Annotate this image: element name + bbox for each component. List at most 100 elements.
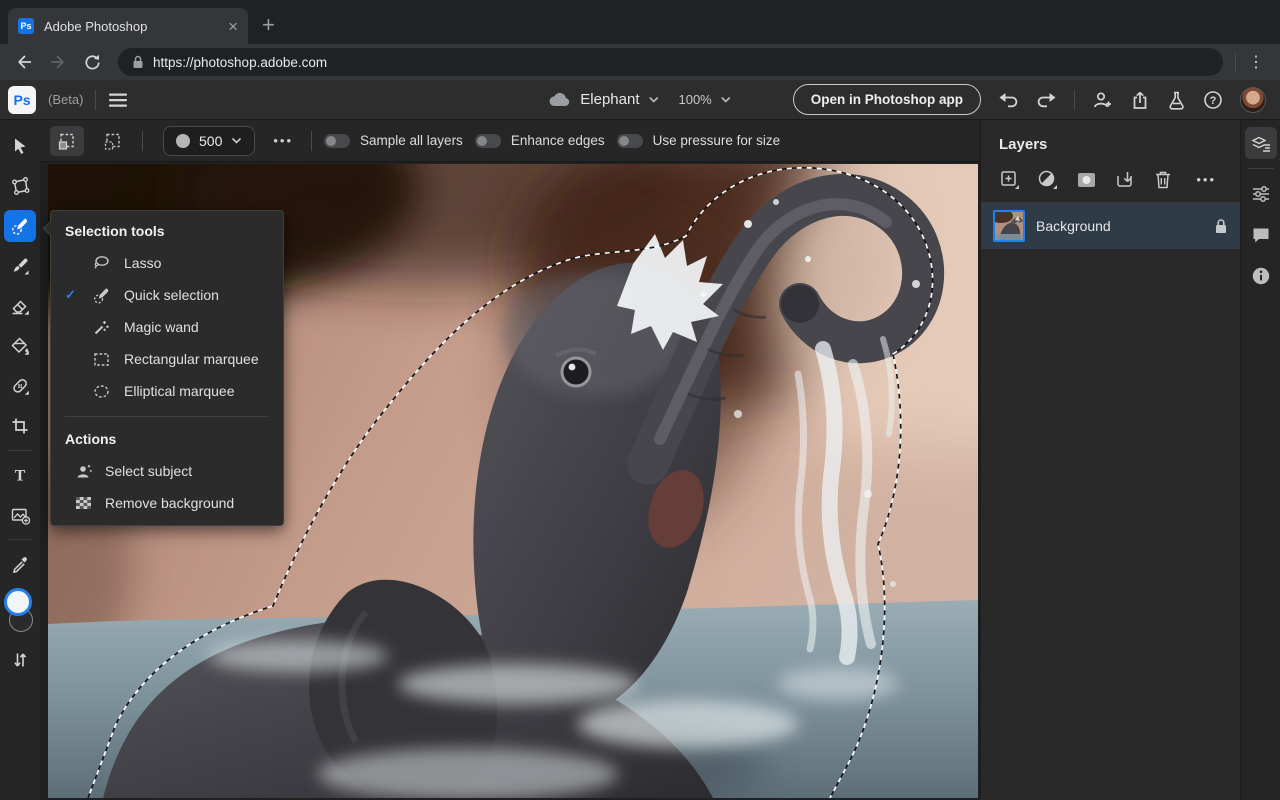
new-selection-mode-button[interactable] — [50, 125, 84, 156]
hamburger-menu-icon[interactable] — [108, 92, 128, 108]
lock-icon — [133, 55, 143, 68]
toolbar-divider — [1235, 52, 1236, 72]
flyout-divider — [65, 416, 269, 417]
eraser-tool[interactable] — [0, 286, 40, 326]
chevron-down-icon[interactable] — [648, 96, 659, 103]
fill-tool[interactable] — [0, 326, 40, 366]
layers-panel-title: Layers — [999, 136, 1048, 153]
eyedropper-tool[interactable] — [0, 544, 40, 584]
flyout-item-label: Elliptical marquee — [124, 383, 235, 399]
quick-selection-tool[interactable] — [4, 210, 36, 242]
invite-people-icon[interactable] — [1092, 90, 1113, 110]
subtract-selection-mode-button[interactable] — [96, 126, 130, 156]
header-divider — [1074, 89, 1075, 110]
flyout-item-label: Lasso — [124, 255, 162, 271]
layers-panel: Layers ••• Background — [980, 120, 1240, 800]
healing-tool[interactable] — [0, 366, 40, 406]
add-layer-icon[interactable] — [999, 169, 1020, 190]
sample-all-layers-toggle[interactable] — [324, 133, 351, 148]
browser-tabstrip: Ps Adobe Photoshop × + — [0, 0, 1280, 44]
new-tab-button[interactable]: + — [262, 14, 275, 36]
place-layer-icon[interactable] — [1114, 169, 1135, 190]
browser-menu-icon[interactable]: ⋮ — [1242, 52, 1270, 72]
layers-toolbar: ••• — [981, 165, 1240, 202]
layer-row-background[interactable]: Background — [981, 203, 1240, 249]
browser-toolbar: https://photoshop.adobe.com ⋮ — [0, 44, 1280, 80]
enhance-edges-toggle[interactable] — [474, 133, 501, 148]
lasso-icon — [89, 254, 114, 273]
photoshop-logo: Ps — [8, 85, 36, 114]
layer-name: Background — [1036, 218, 1111, 234]
check-icon: ✓ — [65, 287, 76, 302]
help-icon[interactable]: ? — [1203, 90, 1223, 110]
redo-icon[interactable] — [1036, 90, 1057, 110]
more-options-icon[interactable]: ••• — [267, 133, 299, 148]
url-bar[interactable]: https://photoshop.adobe.com — [118, 48, 1223, 76]
brush-size-dropdown[interactable]: 500 — [163, 125, 256, 156]
flyout-item-elliptical-marquee[interactable]: Elliptical marquee — [51, 375, 283, 407]
move-tool[interactable] — [0, 126, 40, 166]
layer-thumbnail — [993, 210, 1025, 242]
beta-flask-icon[interactable] — [1167, 90, 1186, 110]
document-header: Elephant 100% — [548, 80, 731, 119]
reload-button[interactable] — [78, 48, 106, 76]
back-button[interactable] — [10, 48, 38, 76]
action-select-subject[interactable]: Select subject — [51, 455, 283, 487]
undo-icon[interactable] — [998, 90, 1019, 110]
type-tool[interactable]: T — [0, 455, 40, 495]
flyout-item-label: Magic wand — [124, 319, 199, 335]
user-avatar[interactable] — [1240, 86, 1266, 113]
adjustments-panel-tab[interactable] — [1245, 178, 1277, 210]
color-swatches[interactable] — [0, 588, 40, 640]
foreground-color-swatch[interactable] — [4, 588, 32, 616]
tab-title: Adobe Photoshop — [44, 18, 148, 34]
crop-tool[interactable] — [0, 406, 40, 446]
elliptical-marquee-icon — [89, 382, 114, 401]
layer-mask-icon[interactable] — [1076, 171, 1097, 189]
delete-layer-icon[interactable] — [1153, 169, 1173, 190]
flyout-item-label: Rectangular marquee — [124, 351, 259, 367]
remove-background-icon — [71, 495, 95, 511]
chevron-down-icon — [232, 137, 242, 144]
chevron-down-icon[interactable] — [721, 96, 732, 103]
toggle-label: Sample all layers — [360, 133, 463, 148]
info-panel-tab[interactable] — [1245, 260, 1277, 292]
right-rail-divider — [1247, 168, 1274, 169]
forward-button[interactable] — [44, 48, 72, 76]
quick-selection-icon — [89, 286, 114, 305]
svg-text:?: ? — [1210, 95, 1217, 107]
transform-tool[interactable] — [0, 166, 40, 206]
tab-close-icon[interactable]: × — [228, 18, 238, 35]
options-divider — [142, 130, 143, 151]
action-remove-background[interactable]: Remove background — [51, 487, 283, 519]
layers-panel-tab[interactable] — [1244, 127, 1277, 159]
use-pressure-toggle[interactable] — [616, 133, 643, 148]
comments-panel-tab[interactable] — [1245, 219, 1277, 251]
browser-tab[interactable]: Ps Adobe Photoshop × — [8, 8, 248, 44]
brush-size-value: 500 — [199, 132, 223, 149]
tool-rail-divider — [8, 450, 32, 451]
zoom-level[interactable]: 100% — [678, 92, 711, 107]
use-pressure-toggle-group: Use pressure for size — [616, 133, 780, 148]
open-in-photoshop-app-button[interactable]: Open in Photoshop app — [792, 84, 981, 115]
flyout-item-quick-selection[interactable]: ✓ Quick selection — [51, 279, 283, 311]
share-icon[interactable] — [1130, 90, 1150, 110]
flyout-item-magic-wand[interactable]: Magic wand — [51, 311, 283, 343]
swap-colors-icon[interactable] — [0, 640, 40, 680]
flyout-item-lasso[interactable]: Lasso — [51, 247, 283, 279]
flyout-item-rectangular-marquee[interactable]: Rectangular marquee — [51, 343, 283, 375]
right-rail — [1240, 120, 1280, 800]
brush-tool[interactable] — [0, 246, 40, 286]
adjustment-layer-icon[interactable] — [1037, 169, 1058, 190]
add-image-tool[interactable] — [0, 495, 40, 535]
flyout-title: Selection tools — [65, 223, 165, 239]
layers-more-icon[interactable]: ••• — [1190, 172, 1222, 187]
layer-lock-icon[interactable] — [1214, 218, 1228, 234]
svg-text:T: T — [15, 468, 26, 485]
enhance-edges-toggle-group: Enhance edges — [474, 133, 605, 148]
toggle-label: Enhance edges — [510, 133, 605, 148]
header-left: Ps (Beta) — [0, 85, 128, 114]
sample-all-layers-toggle-group: Sample all layers — [324, 133, 463, 148]
photoshop-header: Ps (Beta) Elephant 100% Open in Photosho… — [0, 80, 1280, 120]
document-name[interactable]: Elephant — [580, 91, 639, 108]
